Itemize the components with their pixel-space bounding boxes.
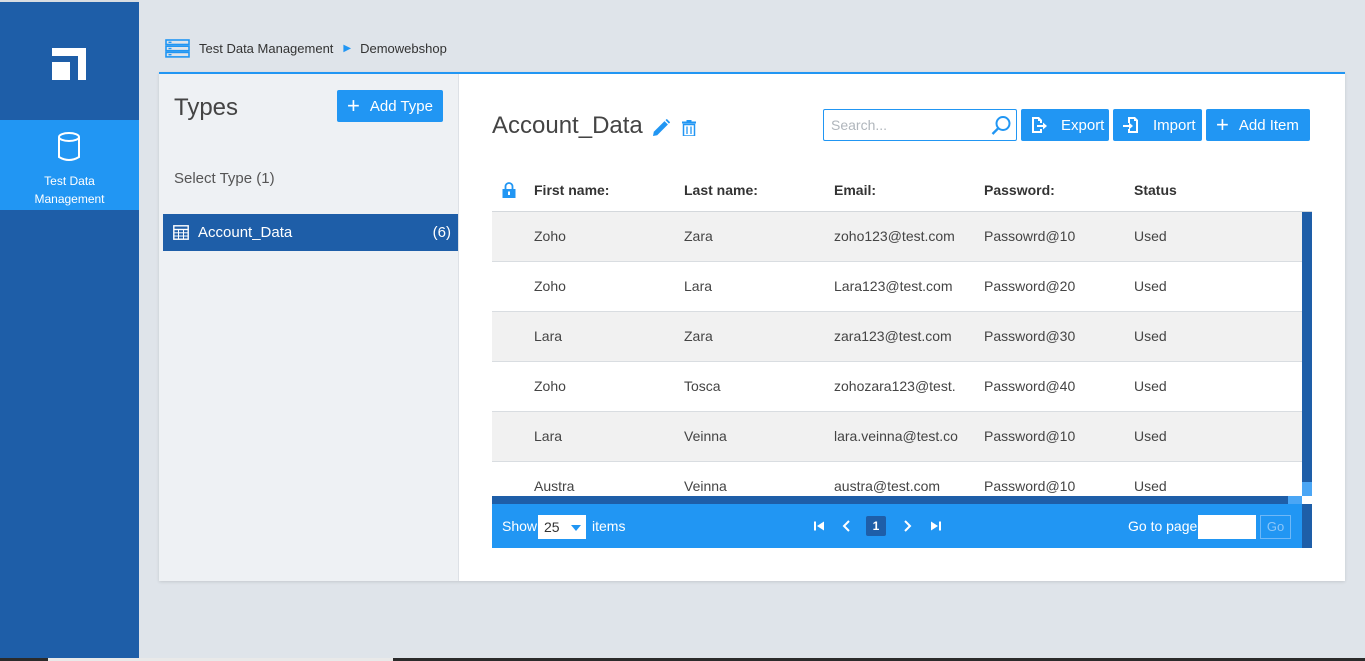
left-navigation: Test Data Management xyxy=(0,0,139,661)
pagination-bar: Show 25 items 1 Go to page Go xyxy=(492,504,1302,548)
go-to-page-input[interactable] xyxy=(1198,515,1256,539)
data-type-title: Account_Data xyxy=(492,112,643,139)
table-row[interactable]: Lara Veinna lara.veinna@test.co Password… xyxy=(492,412,1302,462)
scrollbar-corner xyxy=(1302,482,1312,496)
page-size-select[interactable]: 25 xyxy=(538,515,586,539)
types-title: Types xyxy=(174,94,239,121)
last-page-icon[interactable] xyxy=(926,516,946,536)
cell-status: Used xyxy=(1134,378,1167,394)
export-label: Export xyxy=(1061,116,1105,134)
type-item-count: (6) xyxy=(432,224,451,241)
import-label: Import xyxy=(1153,116,1196,134)
nav-item-label: Test Data Management xyxy=(34,174,105,206)
cell-status: Used xyxy=(1134,478,1167,494)
cell-first-name: Zoho xyxy=(534,378,566,394)
import-button[interactable]: Import xyxy=(1113,109,1202,141)
cell-password: Passowrd@10 xyxy=(984,228,1076,244)
column-header-first-name[interactable]: First name: xyxy=(534,182,609,198)
main-panel: Types + Add Type Select Type (1) Account… xyxy=(159,72,1345,581)
column-header-password[interactable]: Password: xyxy=(984,182,1055,198)
export-icon xyxy=(1032,117,1047,133)
add-item-label: Add Item xyxy=(1238,116,1299,134)
column-header-status[interactable]: Status xyxy=(1134,182,1177,198)
triangle-right-icon: ▶ xyxy=(343,42,352,54)
previous-page-icon[interactable] xyxy=(837,516,857,536)
column-header-last-name[interactable]: Last name: xyxy=(684,182,758,198)
add-item-button[interactable]: + Add Item xyxy=(1206,109,1310,141)
cell-email: zohozara123@test. xyxy=(834,378,956,394)
pencil-icon[interactable] xyxy=(652,119,670,137)
cell-password: Password@10 xyxy=(984,428,1076,444)
horizontal-scrollbar[interactable] xyxy=(492,496,1288,504)
page-size-value: 25 xyxy=(544,519,560,535)
table-header: First name: Last name: Email: Password: … xyxy=(492,170,1312,212)
search-input[interactable] xyxy=(831,111,991,139)
table-body: Zoho Zara zoho123@test.com Passowrd@10 U… xyxy=(492,212,1302,496)
cell-password: Password@30 xyxy=(984,328,1076,344)
cell-password: Password@40 xyxy=(984,378,1076,394)
cell-last-name: Tosca xyxy=(684,378,721,394)
add-type-label: Add Type xyxy=(369,97,433,115)
types-panel: Types + Add Type Select Type (1) Account… xyxy=(159,74,459,581)
vertical-scrollbar[interactable] xyxy=(1302,212,1312,496)
column-header-email[interactable]: Email: xyxy=(834,182,876,198)
show-label: Show xyxy=(502,518,538,534)
pagination-edge xyxy=(1302,504,1312,548)
cell-status: Used xyxy=(1134,428,1167,444)
app-logo-icon[interactable] xyxy=(48,44,88,82)
cell-first-name: Lara xyxy=(534,328,563,344)
cell-last-name: Zara xyxy=(684,228,713,244)
cell-first-name: Lara xyxy=(534,428,563,444)
table-row[interactable]: Austra Veinna austra@test.com Password@1… xyxy=(492,462,1302,496)
select-type-label: Select Type (1) xyxy=(174,170,275,187)
table-row[interactable]: Lara Zara zara123@test.com Password@30 U… xyxy=(492,312,1302,362)
cell-password: Password@10 xyxy=(984,478,1076,494)
cell-first-name: Zoho xyxy=(534,228,566,244)
lock-icon[interactable] xyxy=(502,182,516,198)
cell-last-name: Zara xyxy=(684,328,713,344)
go-to-page-label: Go to page xyxy=(1128,518,1198,534)
table-row[interactable]: Zoho Tosca zohozara123@test. Password@40… xyxy=(492,362,1302,412)
cell-status: Used xyxy=(1134,328,1167,344)
database-icon xyxy=(58,132,80,161)
search-box xyxy=(823,109,1017,141)
cell-last-name: Veinna xyxy=(684,478,727,494)
caret-down-icon xyxy=(571,525,581,531)
cell-last-name: Lara xyxy=(684,278,713,294)
cell-email: zara123@test.com xyxy=(834,328,952,344)
export-button[interactable]: Export xyxy=(1021,109,1109,141)
cell-last-name: Veinna xyxy=(684,428,727,444)
type-item-account-data[interactable]: Account_Data (6) xyxy=(163,214,458,251)
items-label: items xyxy=(592,518,626,534)
breadcrumb-item-demowebshop[interactable]: Demowebshop xyxy=(360,41,447,56)
import-icon xyxy=(1123,117,1138,133)
first-page-icon[interactable] xyxy=(809,516,829,536)
plus-icon: + xyxy=(347,93,360,118)
table-row[interactable]: Zoho Zara zoho123@test.com Passowrd@10 U… xyxy=(492,212,1302,262)
cell-first-name: Austra xyxy=(534,478,575,494)
cell-email: austra@test.com xyxy=(834,478,941,494)
cell-status: Used xyxy=(1134,278,1167,294)
server-icon xyxy=(165,38,190,58)
go-button[interactable]: Go xyxy=(1260,515,1291,539)
breadcrumb-item-test-data-management[interactable]: Test Data Management xyxy=(199,41,333,56)
cell-email: zoho123@test.com xyxy=(834,228,955,244)
trash-icon[interactable] xyxy=(682,120,696,136)
cell-email: Lara123@test.com xyxy=(834,278,953,294)
plus-icon: + xyxy=(1216,112,1229,137)
nav-item-test-data-management[interactable]: Test Data Management xyxy=(0,120,139,210)
cell-password: Password@20 xyxy=(984,278,1076,294)
add-type-button[interactable]: + Add Type xyxy=(337,90,443,122)
cell-first-name: Zoho xyxy=(534,278,566,294)
breadcrumb: Test Data Management ▶ Demowebshop xyxy=(165,38,447,58)
next-page-icon[interactable] xyxy=(897,516,917,536)
table-row[interactable]: Zoho Lara Lara123@test.com Password@20 U… xyxy=(492,262,1302,312)
type-item-label: Account_Data xyxy=(198,224,293,241)
cell-status: Used xyxy=(1134,228,1167,244)
table-icon xyxy=(173,225,189,240)
cell-email: lara.veinna@test.co xyxy=(834,428,958,444)
scrollbar-corner xyxy=(1288,496,1302,504)
search-icon[interactable] xyxy=(991,115,1012,136)
current-page-button[interactable]: 1 xyxy=(866,516,886,536)
